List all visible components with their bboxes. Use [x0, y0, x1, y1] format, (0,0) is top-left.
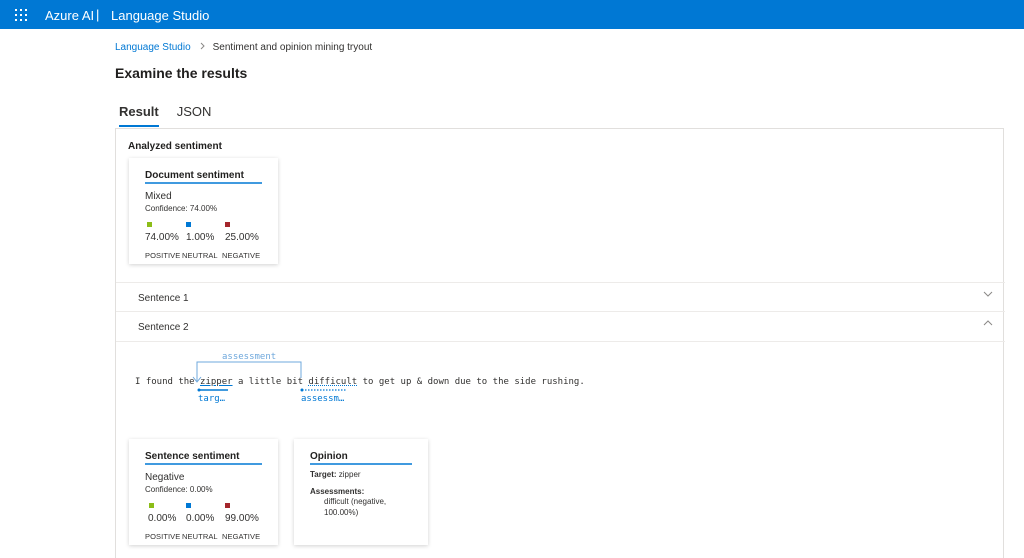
negative-metric: 25.00% NEGATIVE — [222, 222, 260, 260]
sentence-2-label: Sentence 2 — [138, 322, 189, 333]
negative-swatch — [225, 222, 230, 227]
sentence-sentiment-label: Negative — [145, 472, 185, 483]
chevron-right-icon — [199, 42, 206, 53]
positive-swatch — [147, 222, 152, 227]
app-launcher-icon[interactable] — [15, 9, 27, 21]
neutral-swatch — [186, 503, 191, 508]
positive-label: POSITIVE — [145, 532, 181, 541]
negative-value: 25.00% — [225, 232, 259, 243]
brand-separator: | — [96, 7, 100, 22]
positive-value: 74.00% — [145, 232, 179, 243]
chevron-down-icon[interactable] — [983, 289, 993, 299]
document-sentiment-card: Document sentiment Mixed Confidence: 74.… — [129, 158, 278, 264]
opinion-target: Target: zipper — [310, 470, 361, 479]
negative-value: 99.00% — [225, 513, 259, 524]
breadcrumb-current: Sentiment and opinion mining tryout — [212, 42, 373, 53]
neutral-label: NEUTRAL — [182, 251, 218, 260]
negative-label: NEGATIVE — [222, 532, 261, 541]
assessment-short-annotation-label[interactable]: assessm… — [301, 394, 344, 404]
title-underline — [145, 463, 262, 465]
annotation-underlines — [197, 388, 346, 392]
positive-swatch — [149, 503, 154, 508]
assessment-value-line-1: difficult (negative, — [324, 497, 387, 506]
negative-metric: 99.00% NEGATIVE — [222, 503, 260, 541]
positive-metric: 0.00% POSITIVE — [145, 503, 180, 541]
analyzed-heading: Analyzed sentiment — [128, 141, 222, 152]
page-title: Examine the results — [115, 65, 248, 81]
target-annotation-label[interactable]: targ… — [198, 394, 225, 404]
brand-name[interactable]: Azure AI — [45, 8, 94, 23]
tab-result[interactable]: Result — [115, 104, 163, 127]
title-underline — [145, 182, 262, 184]
sentence-card-title: Sentence sentiment — [145, 451, 240, 462]
breadcrumb: Language Studio Sentiment and opinion mi… — [115, 42, 372, 53]
opinion-card-title: Opinion — [310, 451, 348, 462]
document-sentiment-label: Mixed — [145, 191, 172, 202]
opinion-card: Opinion Target: zipper Assessments: diff… — [294, 439, 428, 545]
result-tabs: Result JSON — [115, 104, 225, 127]
target-value: zipper — [338, 470, 361, 479]
breadcrumb-link-home[interactable]: Language Studio — [115, 42, 191, 53]
title-underline — [310, 463, 412, 465]
assessment-annotation-label: assessment — [222, 352, 277, 362]
text-before: I found the — [135, 377, 201, 387]
neutral-swatch — [186, 222, 191, 227]
assessment-value-line-2: 100.00%) — [324, 508, 359, 517]
target-label: Target: — [310, 470, 337, 479]
positive-metric: 74.00% POSITIVE — [145, 222, 180, 260]
sentence-2-row[interactable]: Sentence 2 — [116, 312, 1005, 342]
document-confidence: Confidence: 74.00% — [145, 204, 218, 213]
sentence-confidence: Confidence: 0.00% — [145, 485, 213, 494]
chevron-up-icon[interactable] — [983, 318, 993, 328]
negative-swatch — [225, 503, 230, 508]
sentence-1-row[interactable]: Sentence 1 — [116, 282, 1005, 312]
positive-value: 0.00% — [148, 513, 177, 524]
neutral-metric: 1.00% NEUTRAL — [182, 222, 218, 260]
product-name[interactable]: Language Studio — [111, 8, 209, 23]
neutral-metric: 0.00% NEUTRAL — [182, 503, 218, 541]
positive-label: POSITIVE — [145, 251, 181, 260]
sentence-sentiment-card: Sentence sentiment Negative Confidence: … — [129, 439, 278, 545]
document-card-title: Document sentiment — [145, 170, 244, 181]
results-panel: Analyzed sentiment Document sentiment Mi… — [115, 128, 1005, 558]
neutral-label: NEUTRAL — [182, 532, 218, 541]
top-bar: Azure AI | Language Studio — [0, 0, 1024, 29]
neutral-value: 1.00% — [186, 232, 215, 243]
tab-json[interactable]: JSON — [173, 104, 216, 127]
assessments-label: Assessments: — [310, 487, 365, 496]
text-after: to get up & down due to the side rushing… — [357, 377, 585, 387]
sentence-1-label: Sentence 1 — [138, 293, 189, 304]
negative-label: NEGATIVE — [222, 251, 261, 260]
neutral-value: 0.00% — [186, 513, 215, 524]
